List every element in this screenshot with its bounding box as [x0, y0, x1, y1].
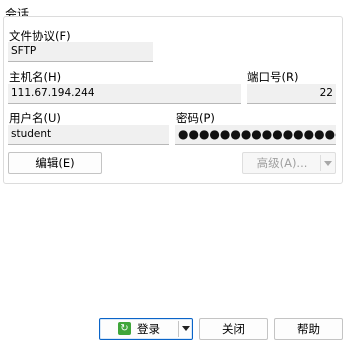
username-input[interactable]: student	[8, 125, 169, 145]
host-input[interactable]: 111.67.194.244	[8, 84, 241, 104]
login-split-divider	[178, 321, 179, 337]
host-label: 主机名(H)	[9, 70, 62, 84]
session-dialog: 会话 文件协议(F) SFTP 主机名(H) 111.67.194.244 端口…	[0, 0, 346, 343]
login-button-label: 登录	[137, 322, 160, 336]
login-arrows-icon: ↻	[118, 322, 131, 335]
port-input[interactable]: 22	[247, 84, 336, 104]
help-button[interactable]: 帮助	[274, 318, 343, 340]
username-label: 用户名(U)	[9, 111, 61, 125]
advanced-button-label: 高级(A)...	[256, 156, 308, 170]
edit-button[interactable]: 编辑(E)	[8, 152, 102, 174]
advanced-button[interactable]: 高级(A)...	[242, 152, 336, 174]
password-input[interactable]: ●●●●●●●●●●●●●●●●●	[175, 125, 336, 145]
protocol-select[interactable]: SFTP	[8, 42, 153, 62]
chevron-down-icon[interactable]	[182, 326, 190, 331]
chevron-down-icon[interactable]	[324, 161, 332, 166]
advanced-split-divider	[320, 155, 321, 171]
password-label: 密码(P)	[176, 111, 215, 125]
close-button[interactable]: 关闭	[199, 318, 268, 340]
protocol-label: 文件协议(F)	[9, 29, 71, 43]
port-label: 端口号(R)	[247, 70, 299, 84]
